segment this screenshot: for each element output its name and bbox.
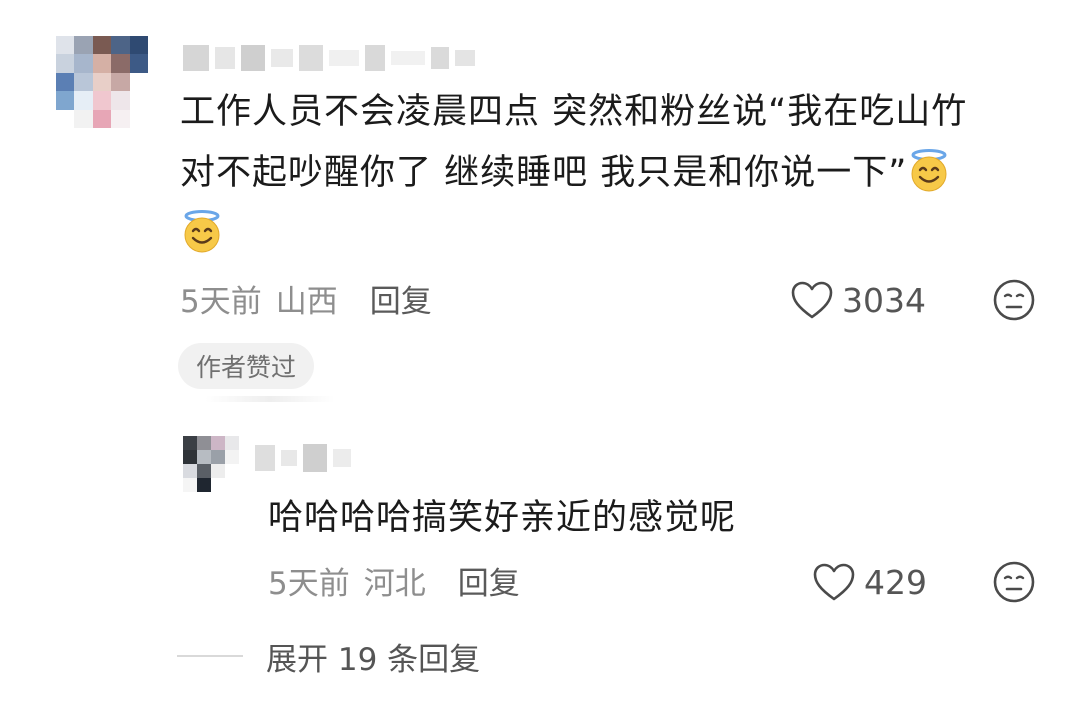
comment-meta: 5天前 山西 回复 — [180, 276, 432, 320]
like-button[interactable]: 3034 — [790, 278, 926, 322]
reply-text: 哈哈哈哈搞笑好亲近的感觉呢 — [268, 498, 737, 538]
halo-smiley-icon — [911, 149, 947, 192]
neutral-face-icon[interactable] — [992, 278, 1036, 322]
expand-divider — [177, 655, 243, 657]
expand-replies-button[interactable]: 展开 19 条回复 — [266, 633, 480, 679]
reply-location: 河北 — [363, 565, 426, 602]
reply-like-button[interactable]: 429 — [812, 560, 927, 604]
commenter-avatar[interactable] — [56, 36, 148, 128]
reply-time: 5天前 — [268, 565, 350, 602]
comment-text-line-2: 对不起吵醒你了 继续睡吧 我只是和你说一下” — [180, 143, 951, 204]
author-liked-badge: 作者赞过 — [178, 343, 315, 389]
halo-smiley-icon — [184, 210, 220, 253]
comment-text-line-1: 工作人员不会凌晨四点 突然和粉丝说“我在吃山竹 — [180, 92, 968, 132]
comment-location: 山西 — [275, 283, 338, 320]
comment-text-line-3 — [180, 204, 224, 265]
replier-username[interactable] — [255, 438, 351, 478]
replier-avatar[interactable] — [183, 436, 239, 492]
comment-time: 5天前 — [180, 283, 262, 320]
commenter-username[interactable] — [183, 38, 475, 78]
comment-thread: 工作人员不会凌晨四点 突然和粉丝说“我在吃山竹 对不起吵醒你了 继续睡吧 我只是… — [0, 0, 1080, 720]
reply-meta: 5天前 河北 回复 — [268, 558, 520, 602]
reply-like-count: 429 — [864, 562, 927, 602]
like-count: 3034 — [842, 280, 926, 320]
comment-text-line-2-text: 对不起吵醒你了 继续睡吧 我只是和你说一下” — [180, 153, 908, 193]
neutral-face-icon[interactable] — [992, 560, 1036, 604]
badge-shadow — [205, 396, 335, 402]
reply-button[interactable]: 回复 — [370, 276, 432, 321]
heart-outline-icon — [813, 563, 855, 601]
reply-reply-button[interactable]: 回复 — [458, 558, 520, 603]
heart-outline-icon — [791, 281, 833, 319]
